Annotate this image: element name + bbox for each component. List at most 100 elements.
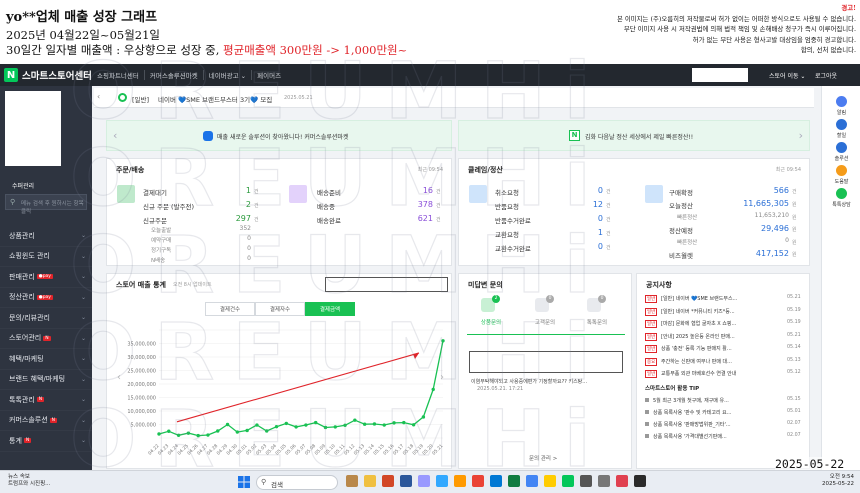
app-icon[interactable] [616,475,628,487]
app-logo[interactable]: N 스마트스토어센터 [4,67,92,83]
notice-item[interactable]: [일반] 네이버 *커뮤니티 키즈*등... [661,308,781,315]
stat-label[interactable]: 반품수거완료 [495,215,531,225]
notice-item[interactable]: 주간하는 신판매 여부나 판매 대... [661,358,781,365]
data-point[interactable] [372,422,377,426]
rail-button[interactable]: 할일 [822,119,860,139]
app-icon[interactable] [562,475,574,487]
data-point[interactable] [176,433,181,437]
sidebar-item[interactable]: 상품관리 ⌄ [0,226,92,247]
data-point[interactable] [353,418,357,422]
notice-item[interactable]: 상품 '충전' 등록 기능 판매지 활... [661,345,781,352]
sidebar-item[interactable]: 톡톡관리 N ⌄ [0,390,92,411]
chart-tab[interactable]: 결제자수 [255,302,305,316]
app-icon[interactable] [598,475,610,487]
stat-label[interactable]: 신규 주문 (발주전) [143,201,194,211]
stat-label[interactable]: 배송완료 [317,215,341,225]
data-point[interactable] [274,424,279,429]
app-icon[interactable] [634,475,646,487]
sidebar-search-input[interactable]: ⚲ 메뉴 검색 후 원하시는 항목 클릭 [5,194,87,215]
sub-value[interactable]: 352 [191,225,251,232]
sidebar-item[interactable]: 판매관리 ●pay ⌄ [0,267,92,288]
stat-value[interactable]: 0 [543,214,603,223]
data-point[interactable] [304,423,308,427]
data-point[interactable] [294,425,298,429]
sidebar-mode-label[interactable]: 수퍼관리 [12,181,34,190]
logout-button[interactable]: 로그아웃 [815,71,837,80]
windows-start-icon[interactable] [238,476,250,488]
data-point[interactable] [206,433,210,437]
stat-label[interactable]: 비즈월렛 [669,250,693,260]
stat-label[interactable]: 정산예정 [669,225,693,235]
sub-label[interactable]: 오늘출발 [151,226,171,234]
kakao-icon[interactable] [544,475,556,487]
stat-value[interactable]: 1 [543,228,603,237]
stat-label[interactable]: 배송중 [317,201,335,211]
notice-text[interactable]: 네이버 💙SME 브랜드부스터 3기💙 모집 [158,94,272,104]
tip-item[interactable]: 상품 목록사용 '판수 및 카테고리 요... [653,409,781,416]
app-icon[interactable] [526,475,538,487]
stat-label[interactable]: 반품요청 [495,201,519,211]
stat-value[interactable]: 2 [191,200,251,209]
stat-label[interactable]: 교환요청 [495,229,519,239]
data-point[interactable] [431,387,435,392]
inquiry-tab-label[interactable]: 고객문의 [525,318,565,326]
inquiry-item-text[interactable]: 이염부탁해야되고 사용중에편가 기정할까요?? 키스탕... [471,378,587,385]
edge-icon[interactable] [490,475,502,487]
data-point[interactable] [323,425,328,430]
folder-icon[interactable] [364,475,376,487]
chrome-icon[interactable] [472,475,484,487]
data-point[interactable] [255,423,259,427]
notice-item[interactable]: [안내] 2025 높은등 온라인 판매... [661,333,781,340]
sub-value[interactable]: 0 [191,235,251,242]
rail-button[interactable]: 알림 [822,96,860,116]
inquiry-manage-link[interactable]: 문의 관리 > [529,454,557,462]
notice-bar[interactable]: ‹ [일반] 네이버 💙SME 브랜드부스터 3기💙 모집 2025.05.21 [94,88,814,108]
sidebar-item[interactable]: 혜택/마케팅 ⌄ [0,349,92,370]
sidebar-item[interactable]: 브랜드 혜택/마케팅 ⌄ [0,370,92,390]
app-icon[interactable] [346,475,358,487]
notice-item[interactable]: [마감] 문화에 협업 굴자초 X 쇼핑... [661,320,781,327]
sidebar-item[interactable]: 통계 N ⌄ [0,431,92,452]
sub-value[interactable]: 0 [191,255,251,262]
top-menu-item[interactable]: 쇼핑파트너센터 [92,70,144,80]
sidebar-item[interactable]: 쇼핑윈도 관리 ⌄ [0,247,92,267]
sidebar-item[interactable]: 스토어관리 N ⌄ [0,329,92,349]
stat-value[interactable]: 11,665,305 [699,199,789,208]
app-icon[interactable] [418,475,430,487]
stat-value[interactable]: 621 [373,214,433,223]
sidebar-item[interactable]: 문의/리뷰관리 ⌄ [0,308,92,329]
data-point[interactable] [167,429,171,433]
top-menu-item[interactable]: 커머스솔루션마켓 [143,70,203,80]
notice-item[interactable]: 교통부품 외관 마베호선수 연결 안내 [661,370,781,377]
app-icon[interactable] [382,475,394,487]
stat-value[interactable]: 297 [191,214,251,223]
photoshop-icon[interactable] [436,475,448,487]
stat-value[interactable]: 0 [543,186,603,195]
sub-value[interactable]: 0 [191,245,251,252]
chevron-right-icon[interactable]: › [440,372,444,383]
news-widget[interactable]: 뉴스 속보 트럼프와 시진핑... [8,474,50,488]
stat-value[interactable]: 417,152 [699,249,789,258]
rail-button[interactable]: 솔루션 [822,142,860,162]
sub-label[interactable]: 예약구매 [151,236,171,244]
rail-button[interactable]: 도움말 [822,165,860,185]
banner-left[interactable]: ‹ 매출 새로운 솔루션이 찾아왔니다! 커머스솔루션마켓 [106,120,452,151]
system-clock[interactable]: 오전 9:54 2025-05-22 [776,474,854,488]
stat-value[interactable]: 11,653,210 [699,212,789,219]
tip-item[interactable]: 5월 최근 3개월 첫구매, 재구매 유... [653,397,781,404]
stat-label[interactable]: 취소요청 [495,187,519,197]
top-menu-item[interactable]: 페이머즈 [251,70,286,80]
stat-label[interactable]: 신규주문 [143,215,167,225]
stat-label[interactable]: 배송준비 [317,187,341,197]
stat-value[interactable]: 0 [543,242,603,251]
notice-item[interactable]: [일반] 네이버 💙SME 브랜드부스... [661,295,781,302]
data-point[interactable] [333,425,337,429]
rail-button[interactable]: 톡톡상담 [822,188,860,208]
chart-tab[interactable]: 결제금액 [305,302,355,316]
chevron-left-icon[interactable]: ‹ [113,129,117,142]
data-point[interactable] [186,431,191,435]
stat-value[interactable]: 12 [543,200,603,209]
sub-label[interactable]: 정기구독 [151,246,171,254]
data-point[interactable] [235,430,240,434]
app-icon[interactable] [400,475,412,487]
